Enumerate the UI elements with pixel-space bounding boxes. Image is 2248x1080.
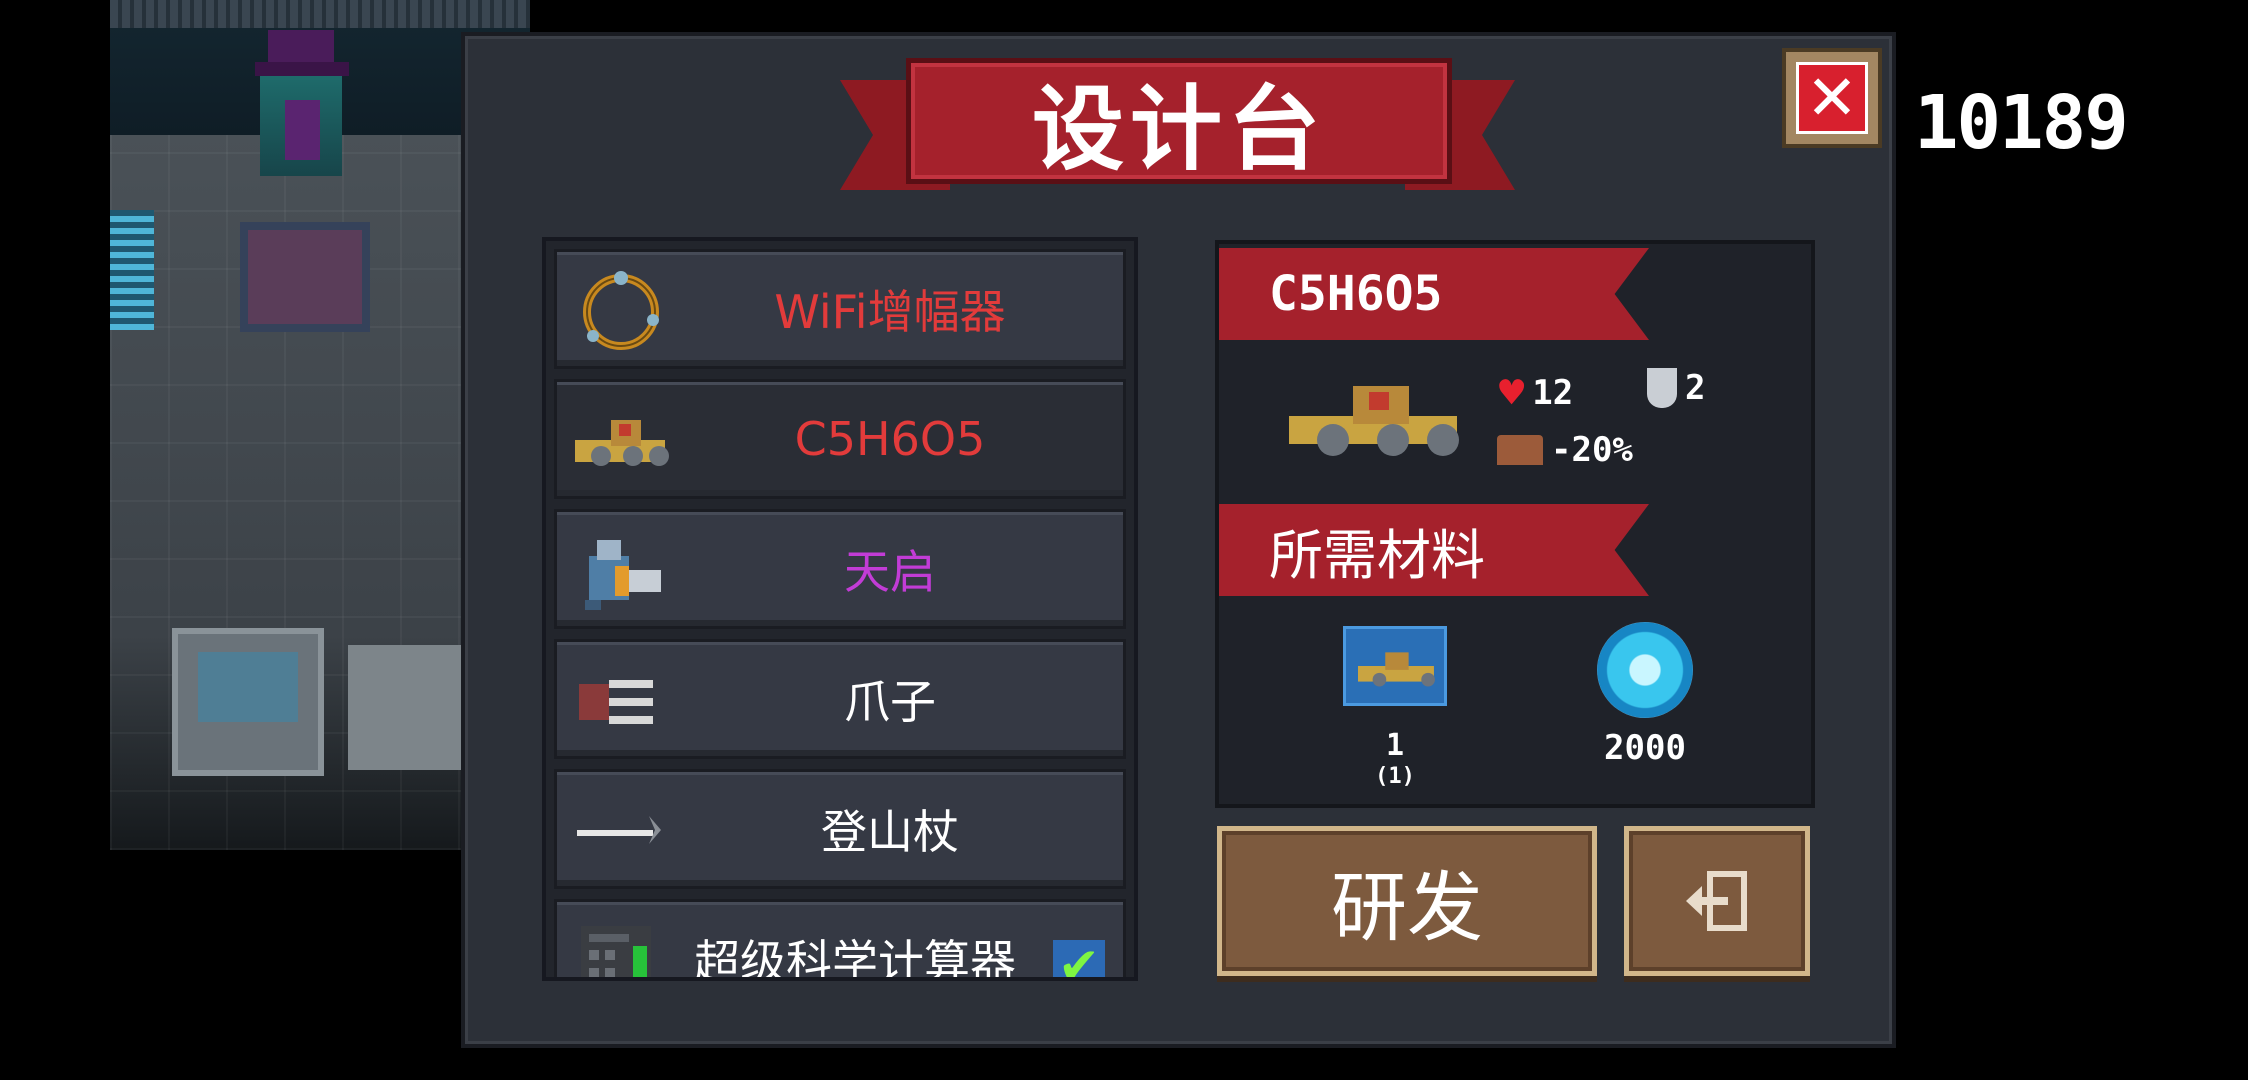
title-banner: 设计台 [906,58,1452,184]
exit-button[interactable] [1624,826,1810,976]
gem-cost: 2000 [1604,728,1686,768]
list-item[interactable]: 天启 [554,509,1126,629]
calculator-icon [581,926,651,977]
monitor [172,628,324,776]
owned-check-icon: ✔ [1053,937,1105,977]
close-icon: ✕ [1796,62,1868,134]
ring-amplifier-icon [583,271,659,350]
boot-icon [1497,435,1543,465]
shield-icon [1647,368,1677,408]
seat [240,222,370,332]
list-item[interactable]: 爪子 [554,639,1126,759]
fan-decoration [110,210,154,330]
armor-value: 2 [1685,368,1706,408]
health-stat: ♥ 12 [1499,368,1573,417]
gem-icon [1597,622,1693,718]
list-item-selected[interactable]: C5H6O5 [554,379,1126,499]
health-value: 12 [1532,372,1574,413]
exit-icon [1686,871,1747,931]
gem-score: 10189 [1914,80,2129,166]
triple-cannon-icon [575,420,669,466]
item-label: 登山杖 [821,805,959,859]
detail-panel: C5H6O5 ♥ 12 2 -20% 所需材料 1 (1) 2000 [1215,240,1815,808]
npc-cape [285,100,320,160]
triple-cannon-icon [1289,386,1459,456]
research-label: 研发 [1331,863,1483,952]
weapon-name-ribbon: C5H6O5 [1219,248,1649,340]
research-button[interactable]: 研发 [1217,826,1597,976]
heart-icon: ♥ [1499,368,1525,417]
close-button[interactable]: ✕ [1782,48,1882,148]
list-item[interactable]: WiFi增幅器 [554,249,1126,369]
blueprint-owned: (1) [1375,764,1415,789]
materials-ribbon: 所需材料 [1219,504,1649,596]
armor-stat: 2 [1647,368,1705,408]
item-label: C5H6O5 [794,412,986,466]
monitor-screen [198,652,298,722]
hiking-pick-icon [577,816,661,844]
blueprint-icon [1343,626,1447,706]
speed-value: -20% [1551,430,1633,470]
item-label: 天启 [844,545,936,599]
item-label: 超级科学计算器 [694,935,1016,981]
weapon-name: C5H6O5 [1269,266,1443,322]
blueprint-count: 1 [1385,728,1405,763]
mech-robot-icon [585,540,661,610]
panel-title: 设计台 [1031,75,1326,183]
list-item[interactable]: 超级科学计算器 ✔ [554,899,1126,981]
blueprint-list[interactable]: WiFi增幅器 C5H6O5 天启 爪子 登山杖 超级科学计算器 ✔ [542,237,1138,981]
materials-title: 所需材料 [1269,523,1485,587]
claw-icon [579,680,653,724]
item-label: WiFi增幅器 [774,285,1006,339]
blueprint-weapon-icon [1358,652,1435,687]
item-label: 爪子 [844,675,936,729]
speed-stat: -20% [1497,430,1633,470]
bookshelf [110,0,530,28]
list-item[interactable]: 登山杖 [554,769,1126,889]
npc-hat-brim [255,62,349,76]
